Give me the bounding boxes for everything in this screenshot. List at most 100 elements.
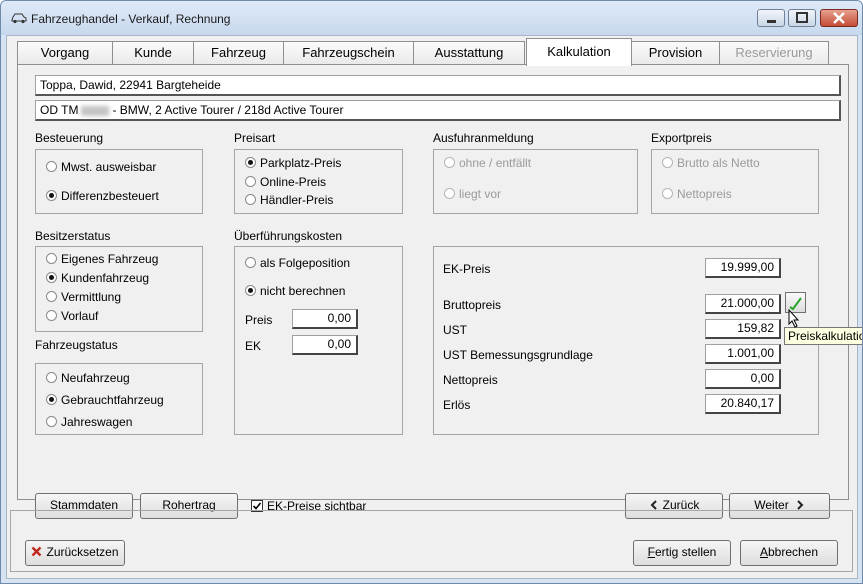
radio-online-preis[interactable]: Online-Preis <box>245 175 326 189</box>
radio-vermittlung[interactable]: Vermittlung <box>46 290 121 304</box>
ek-preis-input[interactable]: 19.999,00 <box>705 258 781 278</box>
ausfuhr-group: ohne / entfällt liegt vor <box>433 149 638 214</box>
radio-label: Mwst. ausweisbar <box>61 160 157 174</box>
ueberfuehrung-label: Überführungskosten <box>234 229 343 243</box>
radio-dot <box>245 157 256 168</box>
exportpreis-group: Brutto als Netto Nettopreis <box>651 149 819 214</box>
vehicle-plate: OD TM <box>40 103 79 117</box>
radio-dot <box>46 291 57 302</box>
button-label: ertig stellen <box>654 545 717 559</box>
bruttopreis-input[interactable]: 21.000,00 <box>705 294 781 314</box>
chevron-left-icon <box>650 500 657 510</box>
vehicle-line: OD TM - BMW, 2 Active Tourer / 218d Activ… <box>35 100 841 121</box>
ust-input[interactable]: 159,82 <box>705 319 781 339</box>
radio-label: Händler-Preis <box>260 193 334 207</box>
chevron-right-icon <box>797 500 804 510</box>
exportpreis-label: Exportpreis <box>651 131 712 145</box>
radio-label: Neufahrzeug <box>61 371 130 385</box>
button-accel: A <box>759 545 768 559</box>
radio-neufahrzeug[interactable]: Neufahrzeug <box>46 371 130 385</box>
preisart-group: Parkplatz-Preis Online-Preis Händler-Pre… <box>234 149 403 214</box>
radio-eigenes-fahrzeug[interactable]: Eigenes Fahrzeug <box>46 252 158 266</box>
radio-label: Differenzbesteuert <box>61 189 159 203</box>
window-title: Fahrzeughandel - Verkauf, Rechnung <box>31 12 231 26</box>
radio-label: liegt vor <box>459 187 502 201</box>
preis-input[interactable]: 0,00 <box>292 309 358 329</box>
radio-dot <box>444 188 455 199</box>
radio-gebrauchtfahrzeug[interactable]: Gebrauchtfahrzeug <box>46 393 164 407</box>
tab-strip: Vorgang Kunde Fahrzeug Fahrzeugschein Au… <box>17 38 849 66</box>
zuruecksetzen-button[interactable]: Zurücksetzen <box>25 540 125 566</box>
radio-dot <box>46 190 57 201</box>
red-x-icon <box>32 546 42 557</box>
radio-dot <box>46 372 57 383</box>
radio-dot <box>46 310 57 321</box>
preisart-label: Preisart <box>234 131 276 145</box>
radio-dot <box>46 161 57 172</box>
ust-bemessung-label: UST Bemessungsgrundlage <box>443 348 593 362</box>
radio-label: Nettopreis <box>677 187 732 201</box>
radio-label: Jahreswagen <box>61 415 133 429</box>
preis-label: Preis <box>245 313 273 327</box>
radio-dot <box>46 416 57 427</box>
radio-kundenfahrzeug[interactable]: Kundenfahrzeug <box>46 271 149 285</box>
button-accel: F <box>647 545 655 559</box>
preiskalkulation-tooltip: Preiskalkulation <box>784 327 862 345</box>
besitzerstatus-label: Besitzerstatus <box>35 229 111 243</box>
tab-fahrzeugschein[interactable]: Fahrzeugschein <box>283 41 414 65</box>
ust-bemessung-input[interactable]: 1.001,00 <box>705 344 781 364</box>
tab-kalkulation[interactable]: Kalkulation <box>526 38 632 66</box>
nettopreis-label: Nettopreis <box>443 373 498 387</box>
maximize-button[interactable] <box>788 9 816 27</box>
radio-dot <box>245 285 256 296</box>
tab-ausstattung[interactable]: Ausstattung <box>413 41 525 65</box>
tab-reservierung: Reservierung <box>719 41 829 65</box>
main-window: Fahrzeughandel - Verkauf, Rechnung Vorga… <box>0 0 863 584</box>
radio-label: Brutto als Netto <box>677 156 760 170</box>
button-label: bbrechen <box>767 545 819 559</box>
ek-input[interactable]: 0,00 <box>292 335 358 355</box>
mouse-cursor-icon <box>788 309 800 328</box>
redacted-plate <box>81 105 110 116</box>
radio-dot <box>46 272 57 283</box>
tab-kunde[interactable]: Kunde <box>112 41 194 65</box>
vehicle-description: - BMW, 2 Active Tourer / 218d Active Tou… <box>112 103 344 117</box>
besteuerung-label: Besteuerung <box>35 131 104 145</box>
radio-haendler-preis[interactable]: Händler-Preis <box>245 193 333 207</box>
tab-vorgang[interactable]: Vorgang <box>17 41 113 65</box>
radio-dot <box>245 176 256 187</box>
bottom-bar: Zurücksetzen Fertig stellen Abbrechen <box>10 510 853 572</box>
customer-line: Toppa, Dawid, 22941 Bargteheide <box>35 75 841 96</box>
radio-dot <box>46 394 57 405</box>
radio-dot <box>662 157 673 168</box>
radio-label: ohne / entfällt <box>459 156 532 170</box>
close-button[interactable] <box>820 9 858 27</box>
radio-brutto-als-netto: Brutto als Netto <box>662 156 760 170</box>
radio-vorlauf[interactable]: Vorlauf <box>46 309 98 323</box>
tab-provision[interactable]: Provision <box>631 41 720 65</box>
radio-differenzbesteuert[interactable]: Differenzbesteuert <box>46 189 159 203</box>
radio-label: nicht berechnen <box>260 284 346 298</box>
erloes-label: Erlös <box>443 398 471 412</box>
radio-jahreswagen[interactable]: Jahreswagen <box>46 415 132 429</box>
fertig-stellen-button[interactable]: Fertig stellen <box>633 540 731 566</box>
title-bar: Fahrzeughandel - Verkauf, Rechnung <box>1 1 862 35</box>
radio-label: als Folgeposition <box>260 256 351 270</box>
radio-dot <box>245 257 256 268</box>
button-label: Zurücksetzen <box>46 545 119 559</box>
radio-als-folgeposition[interactable]: als Folgeposition <box>245 256 350 270</box>
erloes-input[interactable]: 20.840,17 <box>705 394 781 414</box>
radio-mwst-ausweisbar[interactable]: Mwst. ausweisbar <box>46 160 156 174</box>
radio-label: Online-Preis <box>260 175 327 189</box>
tab-fahrzeug[interactable]: Fahrzeug <box>193 41 284 65</box>
nettopreis-input[interactable]: 0,00 <box>705 369 781 389</box>
fahrzeugstatus-group: Neufahrzeug Gebrauchtfahrzeug Jahreswage… <box>35 363 203 435</box>
radio-ohne-entfaellt: ohne / entfällt <box>444 156 531 170</box>
minimize-button[interactable] <box>757 9 785 27</box>
client-area: Vorgang Kunde Fahrzeug Fahrzeugschein Au… <box>6 35 862 579</box>
radio-dot <box>46 253 57 264</box>
radio-nicht-berechnen[interactable]: nicht berechnen <box>245 284 345 298</box>
radio-parkplatz-preis[interactable]: Parkplatz-Preis <box>245 156 341 170</box>
abbrechen-button[interactable]: Abbrechen <box>740 540 838 566</box>
radio-label: Gebrauchtfahrzeug <box>61 393 164 407</box>
